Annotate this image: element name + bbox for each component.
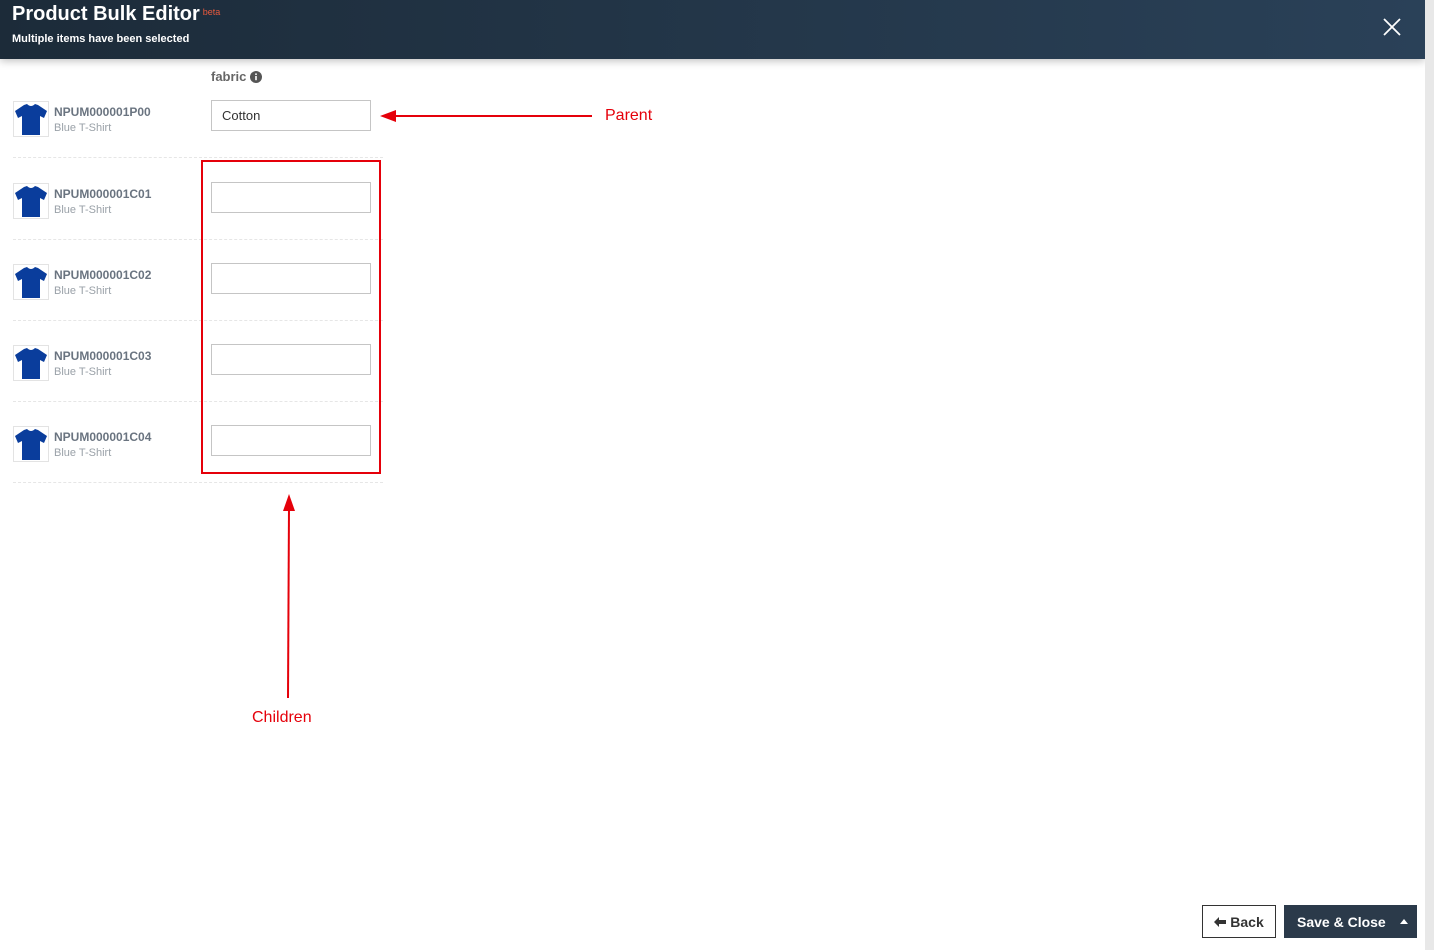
scrollbar[interactable]: [1425, 0, 1434, 950]
back-button[interactable]: Back: [1202, 905, 1276, 938]
arrow-left-icon: [1214, 916, 1227, 927]
bulk-editor-page: Product Bulk Editor beta Multiple items h…: [0, 0, 1434, 950]
save-label: Save & Close: [1297, 913, 1386, 930]
back-label: Back: [1230, 913, 1264, 930]
save-close-button[interactable]: Save & Close: [1284, 905, 1417, 938]
annotation-arrows: [283, 110, 592, 699]
children-arrow-head: [283, 494, 295, 511]
caret-up-icon[interactable]: [1400, 919, 1408, 924]
children-arrow-line: [287, 505, 290, 699]
parent-arrow-head: [380, 110, 396, 122]
